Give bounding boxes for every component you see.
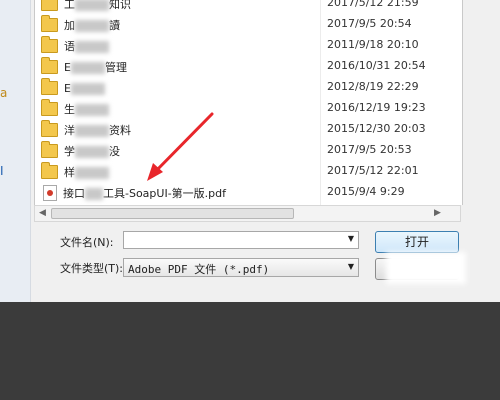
red-arrow-annotation <box>147 112 214 181</box>
annotation-arrow-shaft <box>151 112 214 176</box>
open-file-dialog: a I 工知识 2017/5/12 21:59 加讀 2017/9/5 20:54 语 2… <box>0 0 500 302</box>
